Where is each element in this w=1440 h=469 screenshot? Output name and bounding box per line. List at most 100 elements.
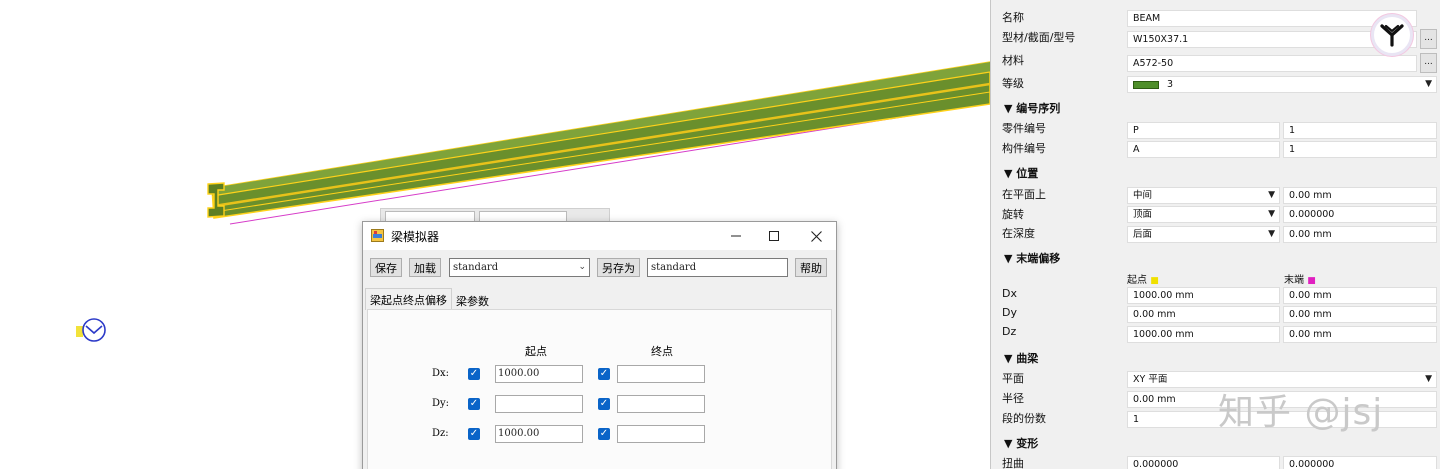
dy-start-field[interactable]: 0.00 mm [1127,306,1280,323]
dz-start-checkbox[interactable]: ✓ [468,428,480,440]
dialog-tabs: 梁起点终点偏移 梁参数 [363,288,836,310]
part-start-field[interactable]: 1 [1283,122,1437,139]
twist-label: 扭曲 [1002,457,1024,469]
curve-plane-label: 平面 [1002,372,1024,385]
dx-label: Dx: [432,368,450,379]
rotation-offset-field[interactable]: 0.000000 [1283,206,1437,223]
assembly-prefix-field[interactable]: A [1127,141,1280,158]
tab-beam-parameters[interactable]: 梁参数 [452,290,493,310]
rotation-value: 顶面 [1133,209,1153,220]
column-end-header: 终点 [651,345,673,358]
beam-simulator-dialog: 梁模拟器 保存 加载 standard ⌄ 另存为 standard 帮助 梁起… [362,221,837,469]
app-logo-badge[interactable] [1371,14,1413,56]
beam-edge-2 [213,91,990,213]
dialog-toolbar: 保存 加载 standard ⌄ 另存为 standard 帮助 [363,250,836,284]
save-as-button[interactable]: 另存为 [597,258,640,277]
tab-start-end-offset[interactable]: 梁起点终点偏移 [365,288,452,310]
on-plane-label: 在平面上 [1002,188,1046,201]
start-column-label: 起点 ■ [1127,271,1159,286]
material-browse-button[interactable]: ... [1420,53,1437,73]
curved-beam-section-header[interactable]: ▼ 曲梁 [1004,350,1038,366]
dy-end-field[interactable]: 0.00 mm [1283,306,1437,323]
position-section-header[interactable]: ▼ 位置 [1004,165,1038,181]
beam-edge-1 [211,71,990,197]
assembly-start-field[interactable]: 1 [1283,141,1437,158]
dropdown-arrow-icon: ▼ [1268,229,1275,239]
dx-start-field[interactable]: 1000.00 mm [1127,287,1280,304]
dropdown-arrow-icon: ▼ [1425,374,1432,384]
rotation-select[interactable]: 顶面 ▼ [1127,206,1280,223]
end-column-text: 末端 [1284,275,1304,286]
at-depth-select[interactable]: 后面 ▼ [1127,226,1280,243]
dx-end-field[interactable]: 0.00 mm [1283,287,1437,304]
dy-end-checkbox[interactable]: ✓ [598,398,610,410]
dz-start-field[interactable]: 1000.00 mm [1127,326,1280,343]
dx-end-checkbox[interactable]: ✓ [598,368,610,380]
dropdown-arrow-icon: ▼ [1268,209,1275,219]
dropdown-arrow-icon: ▼ [1268,190,1275,200]
profile-label: 型材/截面/型号 [1002,31,1076,44]
dropdown-arrow-icon: ▼ [1425,79,1432,89]
beam-web-line [213,82,990,208]
segments-label: 段的份数 [1002,412,1046,425]
save-button[interactable]: 保存 [370,258,402,277]
dy-offset-label: Dy [1002,306,1017,319]
dz-end-field[interactable]: 0.00 mm [1283,326,1437,343]
on-plane-offset-field[interactable]: 0.00 mm [1283,187,1437,204]
end-offset-section-header[interactable]: ▼ 末端偏移 [1004,250,1060,266]
beam-simulator-icon [371,229,384,242]
part-prefix-field[interactable]: P [1127,122,1280,139]
logo-icon [1380,24,1404,47]
end-column-label: 末端 ■ [1284,271,1316,286]
beam-top-flange [212,62,990,196]
curve-plane-value: XY 平面 [1133,374,1168,385]
dx-offset-label: Dx [1002,287,1017,300]
dialog-title: 梁模拟器 [391,230,440,244]
dx-start-input[interactable]: 1000.00 [495,365,583,383]
at-depth-offset-field[interactable]: 0.00 mm [1283,226,1437,243]
deformation-section-header[interactable]: ▼ 变形 [1004,435,1038,451]
rotation-label: 旋转 [1002,208,1024,221]
twist-start-field[interactable]: 0.000000 [1127,456,1280,469]
start-column-text: 起点 [1127,275,1147,286]
chevron-down-icon: ⌄ [578,262,586,272]
preset-select[interactable]: standard ⌄ [449,258,590,277]
maximize-button[interactable] [759,225,789,247]
dz-start-input[interactable]: 1000.00 [495,425,583,443]
minimize-icon [731,235,741,237]
on-plane-select[interactable]: 中间 ▼ [1127,187,1280,204]
watermark: 知乎 @jsj [1218,392,1384,433]
maximize-icon [769,231,779,241]
close-button[interactable] [801,225,831,247]
dz-label: Dz: [432,428,449,439]
dy-end-input[interactable] [617,395,705,413]
dy-label: Dy: [432,398,450,409]
preset-select-value: standard [453,262,499,273]
class-color-swatch [1133,80,1159,89]
dz-end-input[interactable] [617,425,705,443]
dz-offset-label: Dz [1002,325,1017,338]
close-icon [810,230,822,242]
twist-end-field[interactable]: 0.000000 [1283,456,1437,469]
dy-start-checkbox[interactable]: ✓ [468,398,480,410]
numbering-section-header[interactable]: ▼ 编号序列 [1004,100,1060,116]
class-value: 3 [1167,79,1174,90]
part-number-label: 零件编号 [1002,122,1046,135]
dy-start-input[interactable] [495,395,583,413]
save-as-name-input[interactable]: standard [647,258,788,277]
minimize-button[interactable] [721,225,751,247]
profile-browse-button[interactable]: ... [1420,29,1437,49]
dx-end-input[interactable] [617,365,705,383]
material-label: 材料 [1002,54,1024,67]
load-button[interactable]: 加载 [409,258,441,277]
assembly-number-label: 构件编号 [1002,142,1046,155]
dz-end-checkbox[interactable]: ✓ [598,428,610,440]
dialog-titlebar[interactable]: 梁模拟器 [363,222,836,250]
dx-start-checkbox[interactable]: ✓ [468,368,480,380]
at-depth-label: 在深度 [1002,227,1035,240]
help-button[interactable]: 帮助 [795,258,827,277]
class-label: 等级 [1002,77,1024,90]
material-field[interactable]: A572-50 [1127,55,1417,72]
end-point-marker-icon: ■ [1307,276,1316,286]
class-select[interactable]: 3 ▼ [1127,76,1437,93]
